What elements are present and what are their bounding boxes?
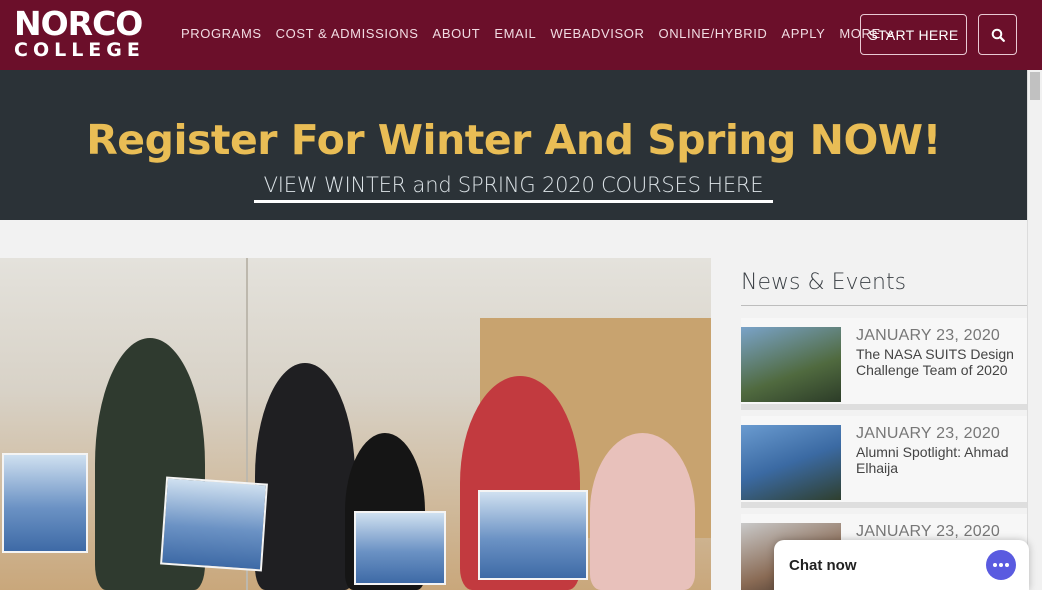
registration-banner: Register For Winter And Spring NOW! VIEW… [0,70,1027,220]
photo-painting [160,476,268,572]
students-painting-photo [0,258,711,590]
search-button[interactable] [978,14,1017,55]
site-header: NORCO COLLEGE PROGRAMS COST & ADMISSIONS… [0,0,1042,70]
scrollbar-thumb[interactable] [1030,72,1040,100]
nav-apply[interactable]: APPLY [781,26,825,41]
nav-programs[interactable]: PROGRAMS [181,26,262,41]
photo-person [255,363,355,590]
chat-label: Chat now [789,557,857,574]
news-item[interactable]: JANUARY 23, 2020 Alumni Spotlight: Ahmad… [741,416,1027,508]
nav-webadvisor[interactable]: WEBADVISOR [550,26,644,41]
main-nav: PROGRAMS COST & ADMISSIONS ABOUT EMAIL W… [181,26,908,41]
photo-painting [354,511,446,585]
chat-widget[interactable]: Chat now [774,540,1029,590]
nav-online-hybrid[interactable]: ONLINE/HYBRID [658,26,767,41]
photo-painting [478,490,588,580]
start-here-button[interactable]: START HERE [860,14,967,55]
news-date: JANUARY 23, 2020 [856,327,1001,344]
view-courses-link[interactable]: VIEW WINTER and SPRING 2020 COURSES HERE [254,173,773,203]
banner-title: Register For Winter And Spring NOW! [86,116,941,164]
photo-person [590,433,695,590]
search-icon [991,28,1005,42]
logo-line1: NORCO [14,4,143,43]
nav-about[interactable]: ABOUT [433,26,481,41]
news-headline[interactable]: The NASA SUITS Design Challenge Team of … [856,346,1021,378]
news-divider [741,305,1027,306]
photo-painting [2,453,88,553]
news-events-heading: News & Events [741,270,907,295]
news-date: JANUARY 23, 2020 [856,425,1001,442]
nav-email[interactable]: EMAIL [494,26,536,41]
nav-cost-admissions[interactable]: COST & ADMISSIONS [276,26,419,41]
chat-bubble-icon[interactable] [986,550,1016,580]
news-headline[interactable]: Alumni Spotlight: Ahmad Elhaija [856,444,1021,476]
news-item[interactable]: JANUARY 23, 2020 The NASA SUITS Design C… [741,318,1027,410]
news-date: JANUARY 23, 2020 [856,523,1001,540]
page-scrollbar[interactable] [1027,70,1042,590]
news-thumbnail[interactable] [741,327,841,402]
norco-college-logo[interactable]: NORCO COLLEGE [14,4,158,63]
news-thumbnail[interactable] [741,425,841,500]
logo-line2: COLLEGE [14,39,145,61]
